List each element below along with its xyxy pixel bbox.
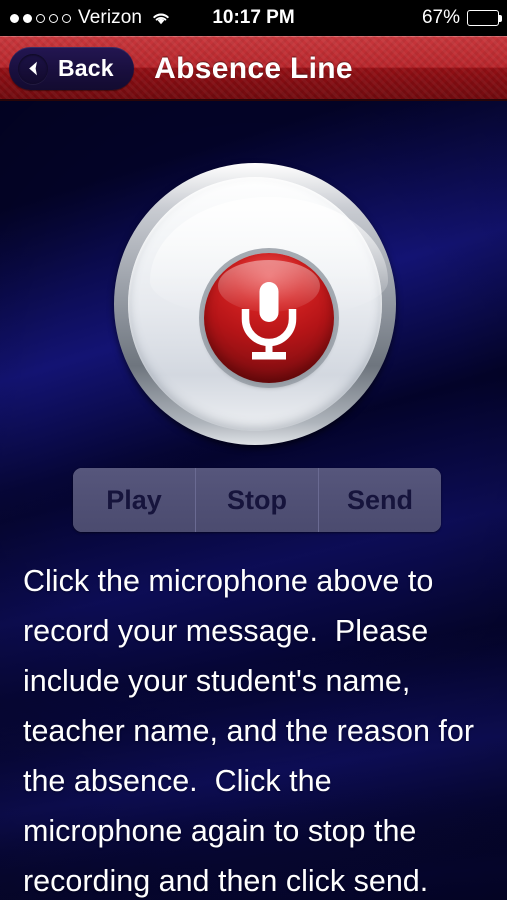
playback-segmented-control[interactable]: Play Stop Send bbox=[73, 468, 441, 532]
send-segment-label: Send bbox=[346, 484, 413, 515]
stop-segment[interactable]: Stop bbox=[195, 468, 318, 532]
stop-segment-label: Stop bbox=[227, 484, 287, 515]
navigation-bar: Back Absence Line bbox=[0, 36, 507, 101]
send-segment[interactable]: Send bbox=[318, 468, 441, 532]
play-segment[interactable]: Play bbox=[73, 468, 195, 532]
battery-nub bbox=[499, 15, 502, 22]
status-bar: Verizon 10:17 PM 67% bbox=[0, 0, 507, 36]
status-bar-right: 67% bbox=[421, 0, 502, 36]
content-area: Play Stop Send Click the microphone abov… bbox=[0, 101, 507, 900]
record-microphone-button[interactable] bbox=[114, 163, 396, 445]
back-button[interactable]: Back bbox=[9, 47, 134, 90]
instructions-text: Click the microphone above to record you… bbox=[23, 564, 483, 898]
battery-icon bbox=[467, 10, 502, 26]
battery-percent-label: 67% bbox=[421, 7, 460, 28]
microphone-icon bbox=[241, 282, 297, 360]
mic-record-circle bbox=[204, 253, 334, 383]
chevron-left-icon bbox=[18, 53, 48, 84]
mic-inner-plate bbox=[128, 177, 388, 431]
app-screen: Verizon 10:17 PM 67% Back Absence Line P… bbox=[0, 0, 507, 900]
back-button-label: Back bbox=[58, 55, 114, 81]
play-segment-label: Play bbox=[106, 484, 162, 515]
